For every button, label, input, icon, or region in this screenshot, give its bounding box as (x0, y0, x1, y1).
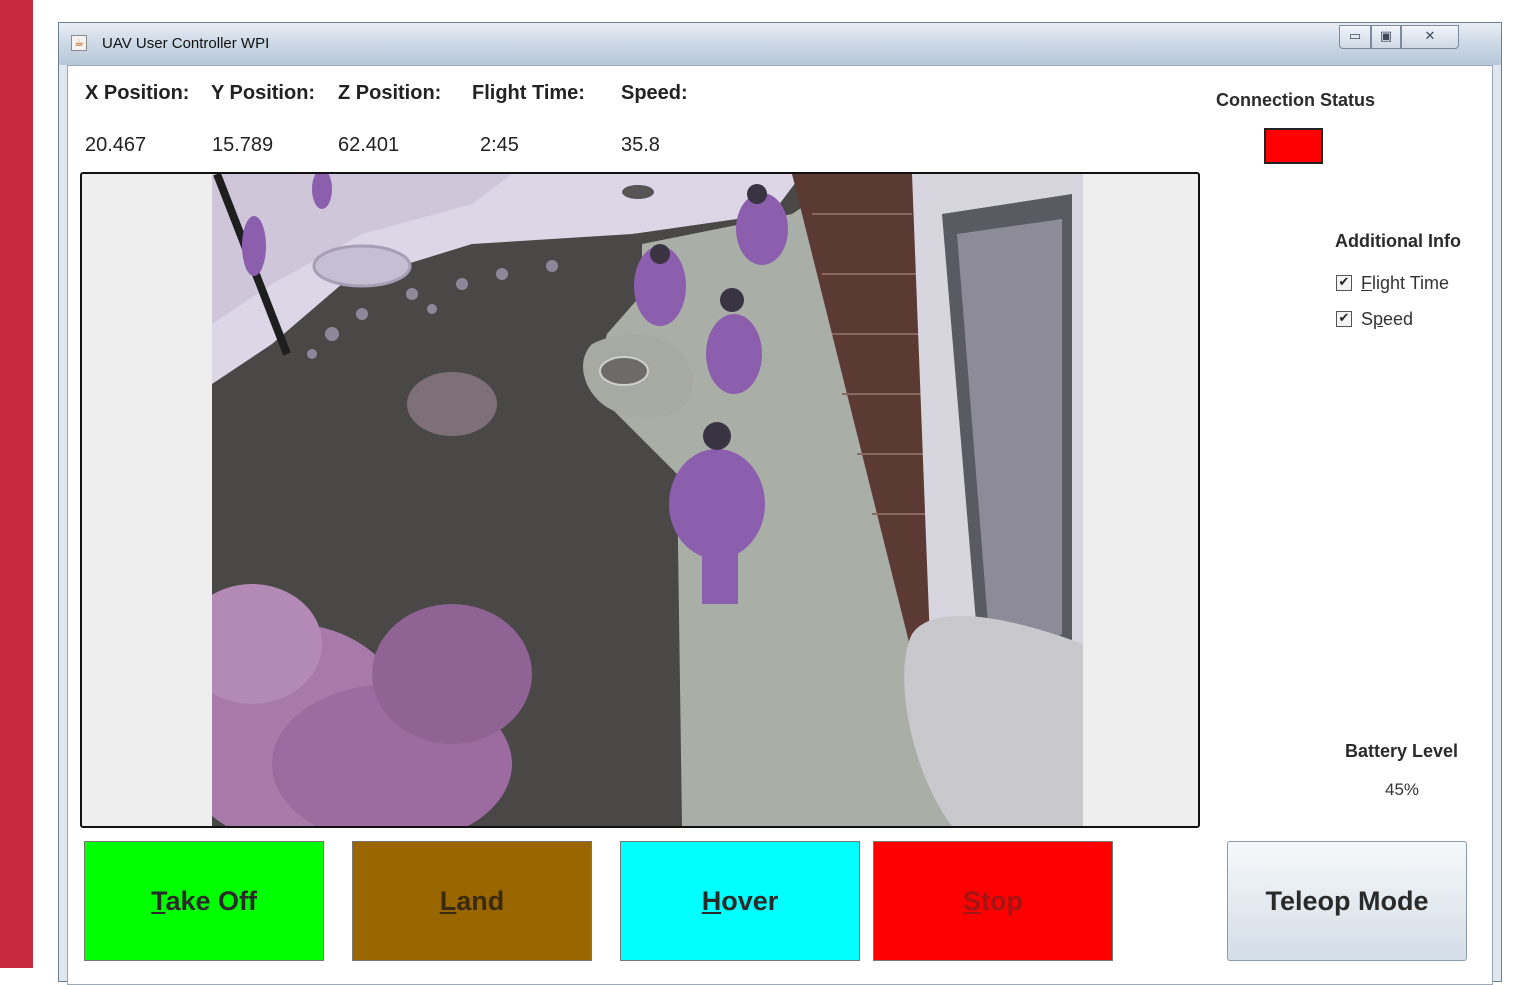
stop-button[interactable]: Stop (873, 841, 1113, 961)
y-position-header: Y Position: (211, 82, 316, 104)
take-off-button[interactable]: Take Off (84, 841, 324, 961)
teleop-mode-button[interactable]: Teleop Mode (1227, 841, 1467, 961)
java-cup-icon: ☕ (71, 35, 87, 51)
speed-checkbox-label: Speed (1361, 309, 1414, 329)
z-position-value: 62.401 (338, 134, 400, 156)
z-position-header: Z Position: (338, 82, 442, 104)
checkbox-check-icon[interactable]: ✔ (1336, 275, 1352, 291)
land-button[interactable]: Land (352, 841, 592, 961)
flight-time-value: 2:45 (480, 134, 519, 156)
desktop-edge-stripe (0, 0, 33, 968)
title-bar[interactable]: ☕ UAV User Controller WPI ▭ ▣ ✕ (59, 23, 1501, 65)
window-title: UAV User Controller WPI (102, 35, 270, 52)
speed-header: Speed: (621, 82, 688, 104)
connection-status-indicator (1264, 128, 1323, 164)
battery-level-label: Battery Level (1345, 741, 1459, 761)
speed-value: 35.8 (621, 134, 660, 156)
camera-feed-panel (80, 172, 1200, 828)
additional-info-label: Additional Info (1335, 231, 1461, 251)
connection-status-label: Connection Status (1216, 90, 1376, 110)
x-position-value: 20.467 (85, 134, 147, 156)
close-button[interactable]: ✕ (1401, 25, 1459, 49)
x-position-header: X Position: (85, 82, 190, 104)
hover-button[interactable]: Hover (620, 841, 860, 961)
maximize-button[interactable]: ▣ (1371, 25, 1401, 49)
minimize-button[interactable]: ▭ (1339, 25, 1371, 49)
checkbox-check-icon[interactable]: ✔ (1336, 311, 1352, 327)
flight-time-checkbox-label: Flight Time (1361, 273, 1450, 293)
y-position-value: 15.789 (212, 134, 274, 156)
flight-time-header: Flight Time: (472, 82, 585, 104)
battery-level-value: 45% (1385, 780, 1420, 799)
camera-feed-image (212, 174, 1083, 826)
